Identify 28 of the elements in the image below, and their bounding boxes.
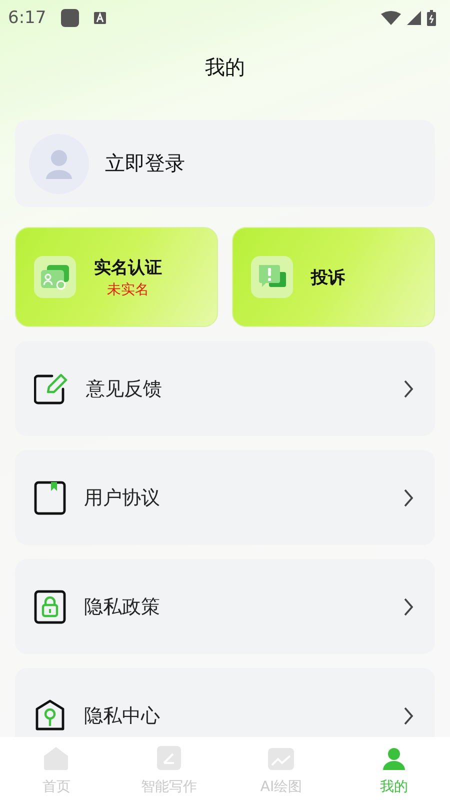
page-title: 我的 (205, 54, 245, 80)
lock-icon (34, 590, 66, 624)
login-card[interactable]: 立即登录 (15, 120, 435, 207)
chevron-right-icon (403, 598, 413, 616)
wifi-icon (381, 11, 401, 25)
battery-icon (427, 10, 436, 26)
chevron-right-icon (403, 488, 413, 506)
pen-square-icon (156, 746, 181, 770)
keyboard-notification-icon (94, 12, 106, 24)
avatar-icon (29, 134, 89, 194)
verification-card[interactable]: 实名认证 未实名 (15, 227, 218, 327)
menu-row[interactable]: 意见反馈 (15, 341, 435, 436)
signal-icon (407, 11, 421, 25)
book-icon (34, 480, 66, 514)
id-card-icon (34, 256, 76, 298)
home-icon (43, 746, 70, 770)
user-icon (382, 746, 406, 770)
menu-row[interactable]: 隐私中心 (15, 668, 435, 737)
edit-icon (34, 372, 68, 404)
picture-frame-icon (268, 748, 294, 770)
menu-row[interactable]: 用户协议 (15, 450, 435, 545)
chevron-right-icon (403, 706, 413, 724)
menu-row[interactable]: 隐私政策 (15, 559, 435, 654)
clock-time: 6:17 (8, 8, 46, 28)
chat-alert-icon (251, 256, 293, 298)
complaint-card[interactable]: 投诉 (232, 227, 435, 327)
chevron-right-icon (403, 380, 413, 398)
app-notification-icon (60, 8, 80, 28)
